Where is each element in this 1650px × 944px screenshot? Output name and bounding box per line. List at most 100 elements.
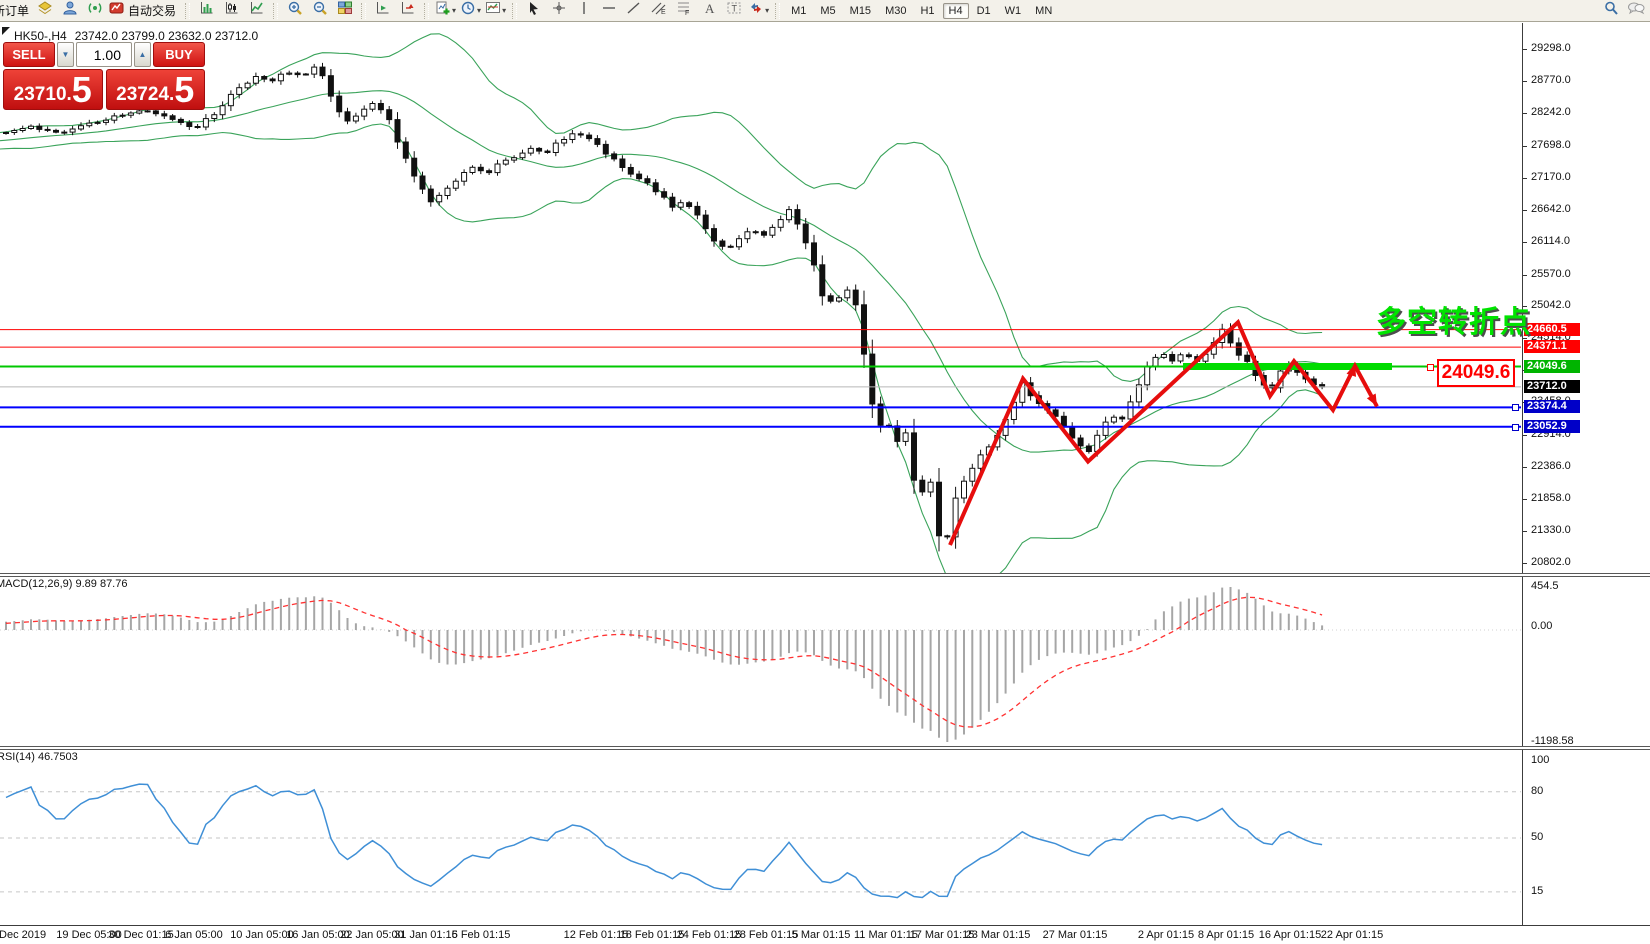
volume-input[interactable]: 1.00 (76, 42, 132, 67)
chart-title: HK50-,H423742.0 23799.0 23632.0 23712.0 (14, 29, 258, 43)
cursor-icon (526, 0, 542, 21)
line-chart-button[interactable] (245, 0, 268, 21)
time-axis[interactable]: 3 Dec 201919 Dec 05:0030 Dec 01:156 Jan … (0, 925, 1650, 944)
fibonacci-icon: F (676, 0, 692, 21)
support-zone-bar[interactable] (1183, 363, 1392, 370)
arrows-button[interactable]: ▾ (747, 0, 770, 21)
object-anchor[interactable] (1512, 404, 1519, 411)
buy-price-fraction: 5 (174, 74, 194, 106)
autotrade-button[interactable]: 自动交易 (108, 0, 180, 21)
timeframe-M30-button[interactable]: M30 (879, 3, 912, 19)
chart-canvas[interactable] (0, 0, 1650, 944)
buy-price-button[interactable]: 23724.5 (106, 69, 206, 110)
text-icon: A (701, 0, 717, 21)
timeframe-M15-button[interactable]: M15 (844, 3, 877, 19)
axis-tick-mark (1523, 242, 1527, 243)
trend-zigzag[interactable] (950, 322, 1381, 545)
auto-scroll-icon (375, 0, 391, 21)
crosshair-icon (551, 0, 567, 21)
templates-icon (485, 0, 501, 21)
candlestick-button[interactable] (220, 0, 243, 21)
sell-price-button[interactable]: 23710.5 (3, 69, 103, 110)
volume-increase-button[interactable]: ▲ (134, 42, 151, 67)
search-button[interactable] (1599, 0, 1622, 21)
time-label: 10 Jan 05:00 (230, 929, 294, 941)
price-level-tag: 23052.9 (1524, 420, 1580, 433)
axis-tick-mark (1523, 499, 1527, 500)
time-label: 18 Feb 01:15 (620, 929, 685, 941)
autotrade-icon (109, 0, 125, 21)
time-label: 16 Apr 01:15 (1259, 929, 1321, 941)
broadcast-button[interactable] (83, 0, 106, 21)
macd-name: MACD(12,26,9) (0, 578, 72, 590)
rsi-axis-label: 80 (1531, 785, 1543, 797)
templates-button[interactable]: ▾ (484, 0, 507, 21)
crosshair-button[interactable] (547, 0, 570, 21)
channel-icon: E (651, 0, 667, 21)
object-anchor[interactable] (1512, 424, 1519, 431)
timeframe-MN-button[interactable]: MN (1029, 3, 1058, 19)
price-callout-box: 24049.6 (1437, 359, 1515, 387)
price-tick-label: 26114.0 (1531, 235, 1570, 247)
dropdown-arrow-icon[interactable]: ▾ (452, 6, 456, 15)
dropdown-arrow-icon[interactable]: ▾ (477, 6, 481, 15)
new-order-button[interactable]: 新订单 (0, 2, 29, 19)
auto-scroll-button[interactable] (371, 0, 394, 21)
user-button[interactable] (58, 0, 81, 21)
chat-button[interactable] (1624, 0, 1647, 21)
volume-decrease-button[interactable]: ▼ (57, 42, 74, 67)
vertical-line-icon (576, 0, 592, 21)
layers-icon (37, 0, 53, 21)
timeframe-D1-button[interactable]: D1 (971, 3, 997, 19)
horizontal-line-icon (601, 0, 617, 21)
pane-splitter[interactable] (0, 746, 1650, 750)
buy-button[interactable]: BUY (153, 42, 205, 67)
toolbar-separator (512, 3, 517, 19)
autotrade-label: 自动交易 (128, 2, 176, 19)
candlestick-icon (224, 0, 240, 21)
horizontal-line-button[interactable] (597, 0, 620, 21)
axis-tick-mark (1523, 178, 1527, 179)
zoom-out-icon (312, 0, 328, 21)
zoom-in-button[interactable] (283, 0, 306, 21)
vertical-line-button[interactable] (572, 0, 595, 21)
trendline-icon (626, 0, 642, 21)
dropdown-arrow-icon[interactable]: ▾ (502, 6, 506, 15)
tile-windows-button[interactable] (333, 0, 356, 21)
timeframe-M5-button[interactable]: M5 (814, 3, 841, 19)
turning-point-annotation: 多空转折点 (1376, 297, 1531, 341)
time-label: 11 Mar 01:15 (854, 929, 918, 941)
trendline-button[interactable] (622, 0, 645, 21)
price-tick-label: 28242.0 (1531, 106, 1571, 118)
time-label: 27 Mar 01:15 (1043, 929, 1108, 941)
sell-button[interactable]: SELL (3, 42, 55, 67)
new-chart-button[interactable]: ▾ (434, 0, 457, 21)
bar-chart-button[interactable] (195, 0, 218, 21)
price-axis[interactable]: 29298.028770.028242.027698.027170.026642… (1522, 23, 1650, 925)
time-label: 22 Apr 01:15 (1321, 929, 1383, 941)
dropdown-arrow-icon[interactable]: ▾ (765, 6, 769, 15)
rsi-axis-label: 100 (1531, 754, 1549, 766)
timeframe-W1-button[interactable]: W1 (999, 3, 1028, 19)
timeframe-M1-button[interactable]: M1 (785, 3, 812, 19)
timeframe-H1-button[interactable]: H1 (914, 3, 940, 19)
pane-splitter[interactable] (0, 573, 1650, 577)
text-label-button[interactable]: T (722, 0, 745, 21)
rsi-value: 46.7503 (38, 751, 78, 763)
channel-button[interactable]: E (647, 0, 670, 21)
periods-button[interactable]: ▾ (459, 0, 482, 21)
toolbar-separator (775, 3, 780, 19)
svg-text:E: E (661, 9, 666, 16)
object-anchor[interactable] (1427, 364, 1434, 371)
layers-button[interactable] (33, 0, 56, 21)
fibonacci-button[interactable]: F (672, 0, 695, 21)
macd-indicator-label: MACD(12,26,9) 9.89 87.76 (0, 578, 127, 590)
text-button[interactable]: A (697, 0, 720, 21)
axis-tick-mark (1523, 563, 1527, 564)
toolbar-separator (185, 3, 190, 19)
zoom-out-button[interactable] (308, 0, 331, 21)
time-label: 31 Jan 01:15 (394, 929, 458, 941)
chart-shift-button[interactable] (396, 0, 419, 21)
timeframe-H4-button[interactable]: H4 (943, 3, 969, 19)
cursor-button[interactable] (522, 0, 545, 21)
